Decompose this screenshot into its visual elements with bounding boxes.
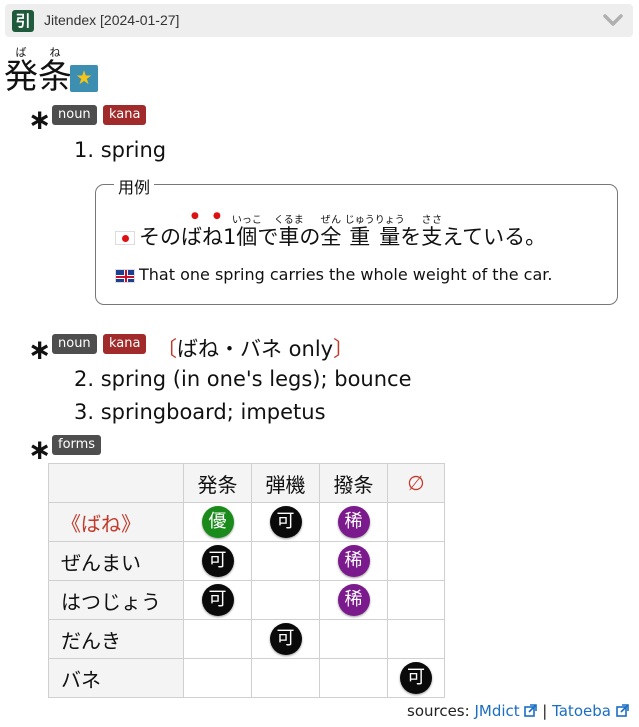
forms-cell: 可 — [183, 580, 252, 620]
forms-cell — [387, 541, 445, 581]
headword-char-2: 条ね — [38, 46, 72, 97]
valid-badge: 可 — [269, 623, 302, 655]
misc-tag-kana: kana — [103, 105, 147, 125]
forms-corner — [48, 463, 184, 503]
headword: 発ば条ね — [4, 46, 72, 94]
external-link-icon — [524, 704, 538, 717]
gloss-3: 3. springboard; impetus — [74, 400, 326, 424]
misc-tag-kana: kana — [103, 334, 147, 354]
rare-badge: 稀 — [337, 584, 370, 616]
valid-badge: 可 — [269, 506, 302, 538]
example-kana-emphasis: そのばね ● ● — [139, 211, 223, 249]
table-row: 《ばね》 優 可 稀 — [48, 502, 445, 542]
forms-col-header-empty: ∅ — [387, 463, 445, 503]
table-row: バネ 可 — [48, 658, 445, 698]
forms-cell: 可 — [251, 502, 320, 542]
forms-table: 発条 弾機 撥条 ∅ 《ばね》 優 可 稀 ぜんまい 可 稀 はつじょう 可 稀… — [48, 463, 445, 698]
forms-cell — [183, 658, 252, 698]
gloss-2: 2. spring (in one's legs); bounce — [74, 367, 412, 391]
valid-badge: 可 — [400, 662, 432, 694]
rare-badge: 稀 — [337, 545, 370, 577]
table-row: ぜんまい 可 稀 — [48, 541, 445, 581]
external-link-icon — [615, 704, 629, 717]
forms-cell — [251, 580, 320, 620]
rare-badge: 稀 — [337, 506, 370, 538]
uk-flag-icon — [115, 268, 135, 283]
forms-cell — [183, 619, 252, 659]
example-japanese: そのばね ● ● 1個いっこで車くるまの全ぜん 重じゅう 量りょうを支ささえている。 — [115, 211, 546, 251]
sources-line: sources: JMdict | Tatoeba — [407, 702, 629, 720]
forms-cell: 稀 — [319, 580, 388, 620]
forms-cell: 優 — [183, 502, 252, 542]
forms-cell: 可 — [183, 541, 252, 581]
chevron-down-icon[interactable] — [603, 13, 623, 27]
dictionary-icon: 引 — [12, 10, 34, 32]
star-icon[interactable]: ★ — [70, 65, 98, 92]
valid-badge: 可 — [201, 584, 234, 616]
gloss-1: 1. spring — [74, 138, 167, 162]
forms-cell: 可 — [387, 658, 445, 698]
sources-label: sources: — [407, 702, 470, 720]
high-priority-badge: 優 — [201, 506, 234, 538]
forms-cell — [387, 619, 445, 659]
example-box: 用例 そのばね ● ● 1個いっこで車くるまの全ぜん 重じゅう 量りょうを支ささえてい… — [95, 174, 618, 305]
table-row: はつじょう 可 稀 — [48, 580, 445, 620]
forms-row-header: 《ばね》 — [48, 502, 184, 542]
forms-cell: 稀 — [319, 502, 388, 542]
forms-cell — [319, 658, 388, 698]
forms-col-header: 弾機 — [251, 463, 320, 503]
japan-flag-icon — [115, 231, 135, 245]
tatoeba-link[interactable]: Tatoeba — [552, 702, 629, 720]
dictionary-title: Jitendex [2024-01-27] — [44, 12, 180, 28]
forms-row-header: だんき — [48, 619, 184, 659]
forms-cell: 可 — [251, 619, 320, 659]
sense-bullet: ∗ — [28, 333, 52, 366]
example-legend: 用例 — [114, 174, 155, 198]
forms-bullet: ∗ — [28, 433, 52, 466]
sense-restriction: 〔ばね・バネ only〕 — [156, 337, 355, 361]
valid-badge: 可 — [201, 545, 234, 577]
forms-col-header: 撥条 — [319, 463, 388, 503]
forms-tag: forms — [52, 435, 102, 455]
forms-col-header: 発条 — [183, 463, 252, 503]
forms-row-header: はつじょう — [48, 580, 184, 620]
forms-row-header: ぜんまい — [48, 541, 184, 581]
forms-header-row: 発条 弾機 撥条 ∅ — [48, 463, 445, 503]
example-english: That one spring carries the whole weight… — [115, 265, 552, 284]
forms-cell — [251, 541, 320, 581]
sources-separator: | — [542, 702, 548, 720]
dictionary-header[interactable]: 引 Jitendex [2024-01-27] — [5, 4, 633, 37]
pos-tag-noun: noun — [52, 334, 97, 354]
forms-cell — [319, 619, 388, 659]
sense-bullet: ∗ — [28, 103, 52, 136]
forms-row-header: バネ — [48, 658, 184, 698]
forms-cell — [387, 502, 445, 542]
headword-char-1: 発ば — [4, 46, 38, 97]
table-row: だんき 可 — [48, 619, 445, 659]
forms-cell — [387, 580, 445, 620]
pos-tag-noun: noun — [52, 105, 97, 125]
forms-cell — [251, 658, 320, 698]
forms-cell: 稀 — [319, 541, 388, 581]
jmdict-link[interactable]: JMdict — [474, 702, 538, 720]
